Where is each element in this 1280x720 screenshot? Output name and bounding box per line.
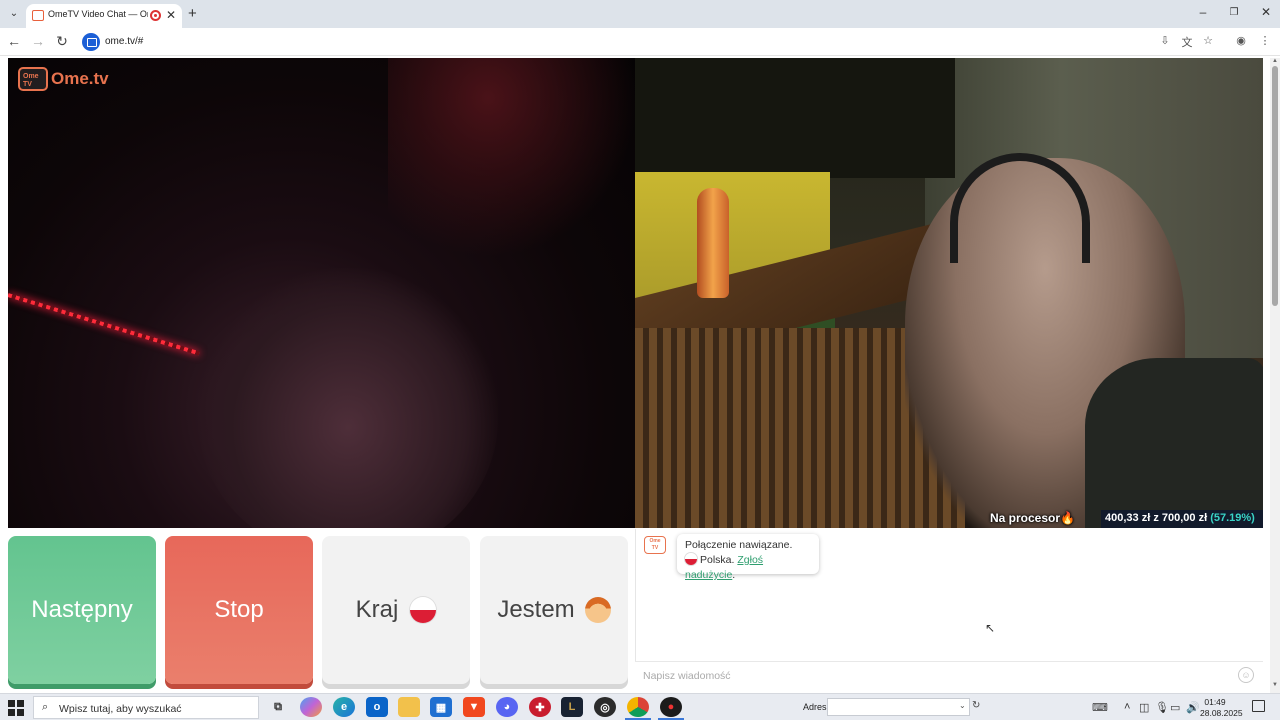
ometv-logo[interactable]: Ome TV Ome.tv [18, 65, 113, 93]
edge-browser-icon[interactable]: e [333, 697, 355, 717]
league-of-legends-icon[interactable]: L [561, 697, 583, 717]
next-button[interactable]: Następny [8, 536, 156, 684]
camera-tray-icon[interactable]: ◫ [1139, 701, 1149, 714]
ometv-tv-icon: Ome TV [18, 67, 48, 91]
browser-toolbar: ← → ↻ ome.tv/# ⇩ 文 ☆ ◉ ⋮ [0, 28, 1280, 56]
red-ambient-light [388, 58, 635, 258]
recording-indicator-icon [150, 10, 161, 21]
profile-icon[interactable]: ◉ [1234, 34, 1248, 47]
address-toolbar-input[interactable]: ⌄ [827, 698, 970, 716]
report-period: . [732, 569, 736, 581]
dark-hoodie [1085, 358, 1263, 528]
reload-icon[interactable]: ↻ [54, 33, 70, 50]
close-tab-icon[interactable]: ✕ [166, 8, 176, 22]
brave-browser-icon[interactable]: ▼ [463, 697, 485, 717]
scroll-up-icon[interactable]: ▲ [1272, 58, 1278, 64]
minimize-window-icon[interactable]: – [1193, 5, 1213, 19]
install-app-icon[interactable]: ⇩ [1158, 34, 1172, 47]
dark-flag [635, 58, 955, 178]
taskbar-search-placeholder: Wpisz tutaj, aby wyszukać [59, 703, 182, 715]
system-message-bubble: Połączenie nawiązane. Polska. Zgłoś nadu… [677, 534, 819, 581]
keyboard-layout-icon[interactable]: ⌨ [1092, 701, 1108, 714]
opera-gx-icon[interactable]: ✚ [529, 697, 551, 717]
obs-studio-icon[interactable]: ◎ [594, 697, 616, 717]
drink-bottle [697, 188, 729, 298]
scrollbar-thumb[interactable] [1272, 66, 1278, 306]
self-video-feed: Ome TV Ome.tv [8, 58, 635, 528]
close-window-icon[interactable]: ✕ [1256, 5, 1276, 19]
taskbar-clock[interactable]: 01:49 28.08.2025 [1200, 697, 1243, 719]
donation-percent: (57.19%) [1210, 512, 1255, 524]
country-filter-button[interactable]: Kraj [322, 536, 470, 684]
notification-center-icon[interactable] [1252, 700, 1265, 712]
outlook-icon[interactable]: o [366, 697, 388, 717]
tab-search-chevron-icon[interactable]: ⌄ [6, 6, 22, 22]
ometv-favicon-icon [32, 10, 44, 21]
browser-tab-strip: ⌄ OmeTV Video Chat — Ome ✕ + – ❐ ✕ [0, 0, 1280, 28]
connected-message: Połączenie nawiązane. [685, 539, 793, 551]
translate-icon[interactable]: 文 [1180, 34, 1194, 50]
scroll-down-icon[interactable]: ▼ [1272, 682, 1278, 688]
tab-title: OmeTV Video Chat — Ome [48, 9, 148, 19]
country-button-label: Kraj [355, 596, 399, 623]
country-line: Polska. Zgłoś nadużycie. [685, 553, 811, 583]
back-arrow-icon[interactable]: ← [6, 33, 22, 49]
poland-flag-small-icon [685, 553, 697, 565]
url-text: ome.tv/# [105, 36, 144, 47]
file-explorer-icon[interactable] [398, 697, 420, 717]
gender-button-label: Jestem [497, 596, 575, 623]
clock-date: 28.08.2025 [1200, 708, 1243, 718]
mouse-cursor-icon: ↖ [985, 621, 996, 635]
task-view-icon[interactable]: ⧉ [267, 697, 289, 717]
red-app-icon[interactable]: ● [660, 697, 682, 717]
country-name: Polska. [700, 554, 735, 566]
address-bar[interactable]: ome.tv/# [80, 31, 1230, 53]
self-face [198, 268, 498, 528]
taskbar-search-box[interactable]: ⌕ Wpisz tutaj, aby wyszukać [33, 696, 259, 719]
bookmark-star-icon[interactable]: ☆ [1201, 34, 1215, 47]
stream-caption: Na procesor🔥 [990, 511, 1075, 525]
show-hidden-icons-chevron-icon[interactable]: ˄ [1124, 701, 1130, 713]
microsoft-store-icon[interactable]: ▦ [430, 697, 452, 717]
gender-select-button[interactable]: Jestem [480, 536, 628, 684]
discord-icon[interactable]: ◕ [496, 697, 518, 717]
stranger-video-feed: Na procesor🔥 400,33 zł z 700,00 zł (57.1… [635, 58, 1263, 528]
chrome-icon[interactable] [627, 697, 649, 717]
browser-menu-icon[interactable]: ⋮ [1258, 34, 1272, 47]
search-icon: ⌕ [42, 701, 49, 713]
address-dropdown-icon[interactable]: ⌄ [959, 701, 966, 710]
donation-amount: 400,33 zł z 700,00 zł [1105, 512, 1208, 524]
message-input[interactable] [643, 667, 1223, 685]
forward-arrow-icon[interactable]: → [30, 33, 46, 49]
network-icon[interactable]: ▭ [1170, 701, 1180, 714]
chat-input-bar: ☺ [635, 661, 1263, 689]
address-toolbar-label: Adres [803, 702, 827, 712]
poland-flag-icon [410, 597, 437, 623]
new-tab-button[interactable]: + [188, 5, 197, 22]
ometv-wordmark: Ome.tv [51, 69, 109, 88]
stop-button[interactable]: Stop [165, 536, 313, 684]
volume-icon[interactable]: 🔊 [1186, 701, 1200, 714]
site-info-icon[interactable] [82, 33, 100, 51]
emoji-button-icon[interactable]: ☺ [1238, 667, 1254, 683]
windows-start-icon[interactable] [8, 700, 24, 716]
donation-goal-bar: 400,33 zł z 700,00 zł (57.19%) [1101, 510, 1263, 528]
browser-tab-ometv[interactable]: OmeTV Video Chat — Ome ✕ [26, 4, 182, 28]
windows-taskbar: ⌕ Wpisz tutaj, aby wyszukać ⧉ e o ▦ ▼ ◕ … [0, 693, 1280, 720]
page-scrollbar[interactable]: ▲ ▼ [1270, 58, 1280, 693]
copilot-icon[interactable] [300, 697, 322, 717]
microphone-icon[interactable]: 🎙 [1155, 701, 1169, 714]
boy-emoji-icon [584, 597, 611, 623]
clock-time: 01:49 [1204, 697, 1226, 707]
restore-window-icon[interactable]: ❐ [1224, 7, 1244, 18]
led-strip [8, 293, 200, 356]
next-button-label: Następny [31, 596, 133, 623]
stop-button-label: Stop [214, 596, 264, 623]
ometv-chat-avatar-icon: Ome TV [644, 536, 666, 554]
address-go-icon[interactable]: ↻ [972, 700, 980, 711]
ometv-page: Ome TV Ome.tv Na procesor🔥 400,33 zł z 7… [0, 57, 1280, 693]
